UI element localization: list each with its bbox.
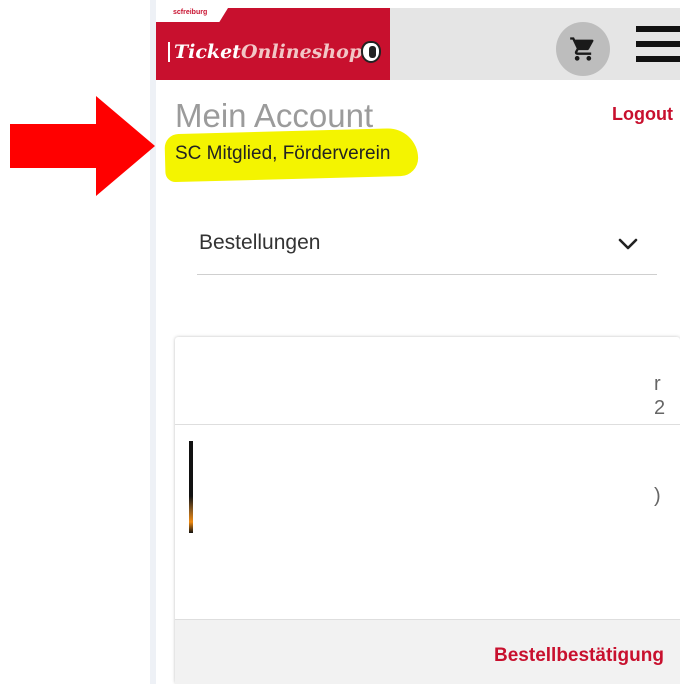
orders-label: Bestellungen bbox=[199, 231, 321, 254]
app-header: scfreiburg TicketOnlineshop bbox=[156, 8, 680, 80]
red-arrow-annotation bbox=[10, 96, 155, 196]
logout-link[interactable]: Logout bbox=[612, 102, 673, 126]
logo-word-ticket: Ticket bbox=[174, 41, 241, 63]
shop-logo[interactable]: scfreiburg TicketOnlineshop bbox=[156, 8, 390, 80]
event-thumbnail bbox=[189, 441, 193, 533]
order-confirmation-link[interactable]: Bestellbestätigung bbox=[494, 644, 664, 668]
order-card-header bbox=[175, 337, 680, 425]
club-crest-icon bbox=[361, 41, 381, 63]
hamburger-line bbox=[636, 26, 680, 32]
logo-small-text: scfreiburg bbox=[173, 9, 208, 16]
hamburger-menu-button[interactable] bbox=[636, 26, 680, 64]
orders-dropdown[interactable]: Bestellungen bbox=[197, 215, 657, 275]
logo-wordmark: TicketOnlineshop bbox=[174, 40, 362, 64]
hamburger-line bbox=[636, 56, 680, 62]
cart-icon bbox=[570, 37, 594, 61]
membership-status: SC Mitglied, Förderverein bbox=[175, 143, 391, 164]
cart-button[interactable] bbox=[556, 22, 610, 76]
order-card: r 2 ) Bestellbestätigung bbox=[175, 337, 680, 684]
order-card-footer: Bestellbestätigung bbox=[175, 619, 680, 684]
hamburger-line bbox=[636, 41, 680, 47]
truncated-text: r bbox=[654, 373, 661, 395]
logo-word-onlineshop: Onlineshop bbox=[240, 41, 363, 63]
chevron-down-icon bbox=[618, 238, 638, 250]
truncated-text: ) bbox=[654, 485, 661, 507]
truncated-text: 2 bbox=[654, 397, 666, 419]
logo-divider bbox=[168, 42, 170, 62]
